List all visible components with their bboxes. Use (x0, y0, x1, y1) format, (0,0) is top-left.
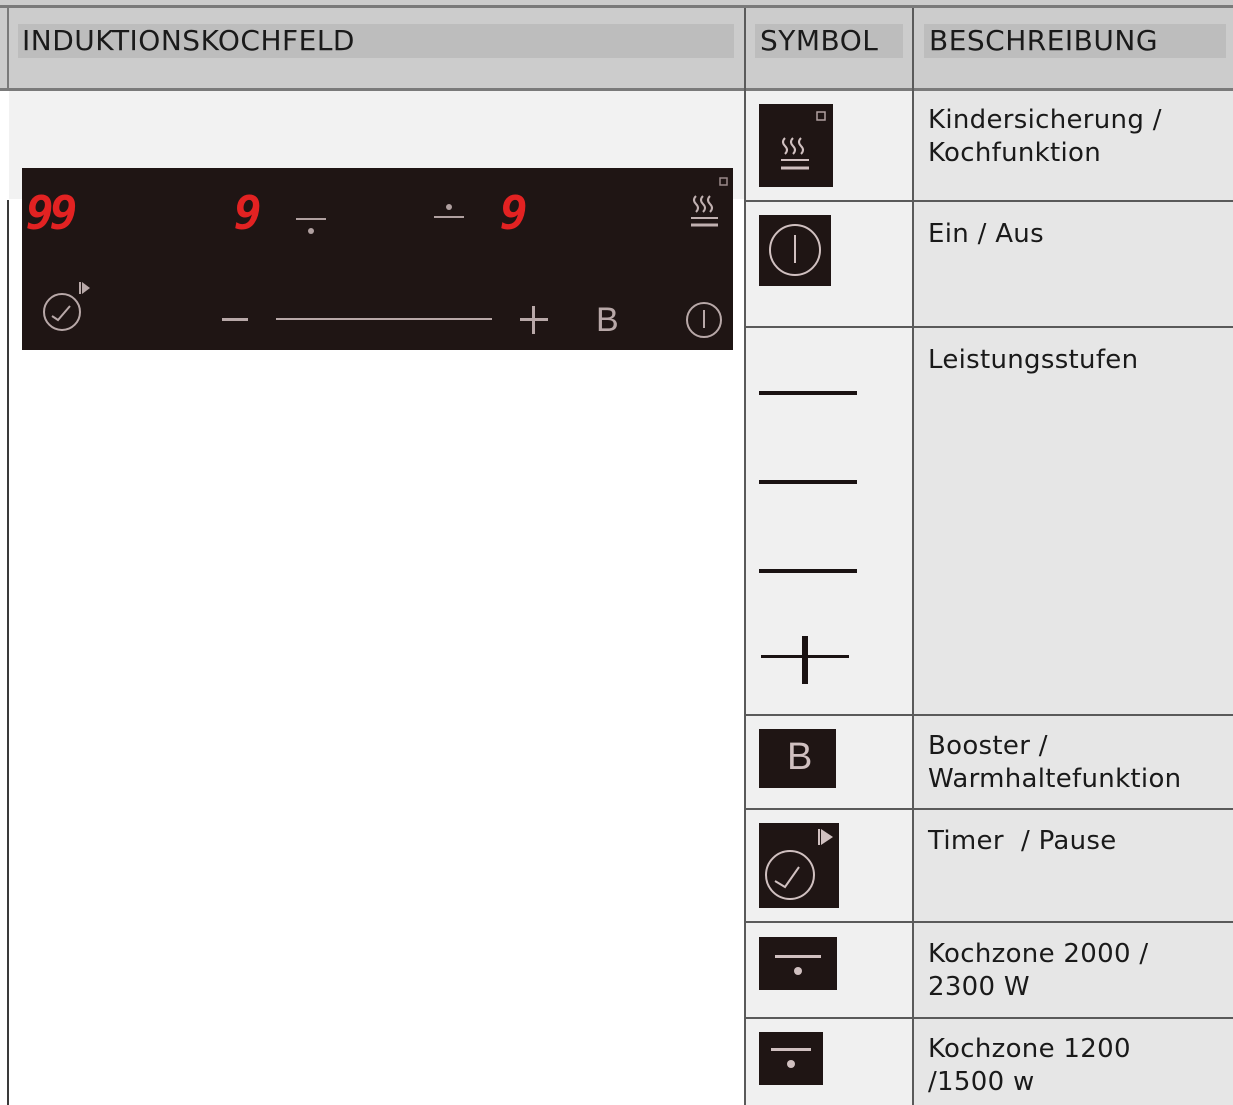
plus-icon (761, 636, 849, 684)
control-panel: 99 9 9 B (22, 168, 733, 350)
zone-large-icon[interactable] (294, 208, 330, 240)
lock-steam-icon (759, 104, 833, 187)
row-description: Timer / Pause (928, 826, 1117, 856)
power-icon[interactable] (684, 300, 724, 340)
zone-small-icon[interactable] (432, 198, 468, 230)
slider-lines-icon (759, 340, 859, 690)
header-beschreibung: BESCHREIBUNG (929, 24, 1159, 57)
row-description: Ein / Aus (928, 219, 1044, 249)
zone-large-icon (759, 937, 837, 990)
timer-display: 99 (26, 186, 77, 240)
booster-button[interactable]: B (596, 300, 619, 340)
power-icon (759, 215, 831, 286)
row-description: Kochzone 1200 /1500 w (928, 1034, 1131, 1097)
power-slider[interactable] (276, 318, 492, 320)
lock-steam-icon[interactable] (688, 174, 730, 234)
booster-symbol-text: B (787, 736, 813, 778)
header-symbol: SYMBOL (760, 24, 879, 57)
timer-icon (759, 823, 839, 908)
zone-small-icon (759, 1032, 823, 1085)
row-description: Leistungsstufen (928, 345, 1139, 375)
header-induktionskochfeld: INDUKTIONSKOCHFELD (22, 24, 355, 57)
minus-button[interactable] (222, 318, 248, 321)
timer-icon[interactable] (38, 278, 98, 338)
zone-left-display: 9 (234, 186, 262, 240)
row-description: Kindersicherung / Kochfunktion (928, 105, 1162, 168)
plus-button[interactable] (520, 306, 548, 334)
row-description: Kochzone 2000 / 2300 W (928, 939, 1149, 1002)
row-description: Booster / Warmhaltefunktion (928, 731, 1182, 794)
zone-right-display: 9 (500, 186, 528, 240)
booster-icon: B (759, 729, 836, 788)
